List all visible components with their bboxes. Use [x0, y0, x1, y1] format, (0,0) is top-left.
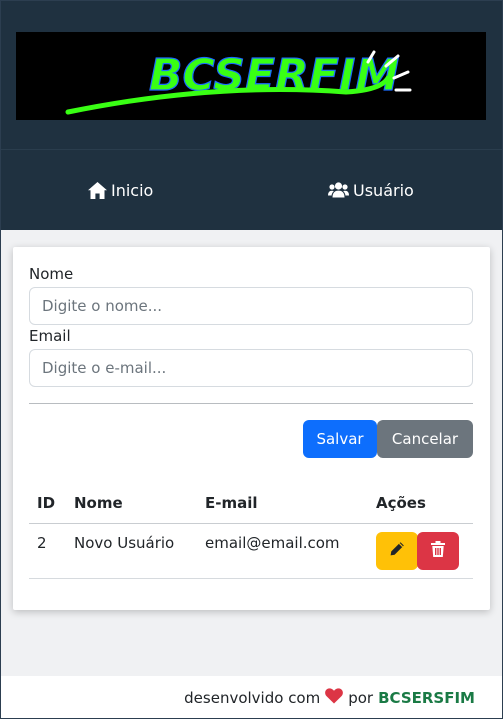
cancel-button[interactable]: Cancelar [377, 420, 473, 458]
footer-prefix: desenvolvido com [184, 688, 321, 707]
users-table: ID Nome E-mail Ações 2 Novo Usuário emai… [29, 483, 473, 579]
heart-icon [325, 687, 344, 708]
navbar: Inicio Usuário [0, 150, 503, 230]
name-label: Nome [29, 265, 74, 283]
email-input[interactable] [29, 349, 473, 387]
nav-label-inicio: Inicio [111, 180, 154, 200]
form-divider [29, 403, 473, 404]
nav-label-usuario: Usuário [353, 180, 414, 200]
cell-id: 2 [29, 523, 66, 579]
edit-button[interactable] [376, 531, 418, 570]
user-form-card: Nome Email Salvar Cancelar ID Nome E-mai… [13, 247, 490, 610]
footer-brand: BCSERSFIM [378, 688, 475, 707]
cell-email: email@email.com [197, 523, 368, 579]
footer-middle: por [348, 688, 374, 707]
delete-button[interactable] [417, 531, 459, 570]
users-icon [328, 182, 349, 198]
header: BCSERFIM [0, 0, 503, 150]
cell-nome: Novo Usuário [66, 523, 197, 579]
column-header-acoes: Ações [368, 483, 473, 524]
column-header-email: E-mail [197, 483, 368, 524]
pencil-icon [389, 541, 405, 560]
cell-actions [368, 523, 473, 579]
table-header-row: ID Nome E-mail Ações [29, 483, 473, 524]
column-header-nome: Nome [66, 483, 197, 524]
home-icon [88, 181, 107, 199]
nav-item-inicio[interactable]: Inicio [88, 150, 153, 230]
trash-icon [431, 541, 445, 560]
save-button[interactable]: Salvar [303, 420, 377, 458]
nav-item-usuario[interactable]: Usuário [328, 150, 414, 230]
table-row: 2 Novo Usuário email@email.com [29, 523, 473, 579]
footer: desenvolvido com por BCSERSFIM [0, 676, 503, 719]
logo: BCSERFIM [16, 32, 486, 120]
email-label: Email [29, 327, 71, 345]
column-header-id: ID [29, 483, 66, 524]
name-input[interactable] [29, 287, 473, 325]
